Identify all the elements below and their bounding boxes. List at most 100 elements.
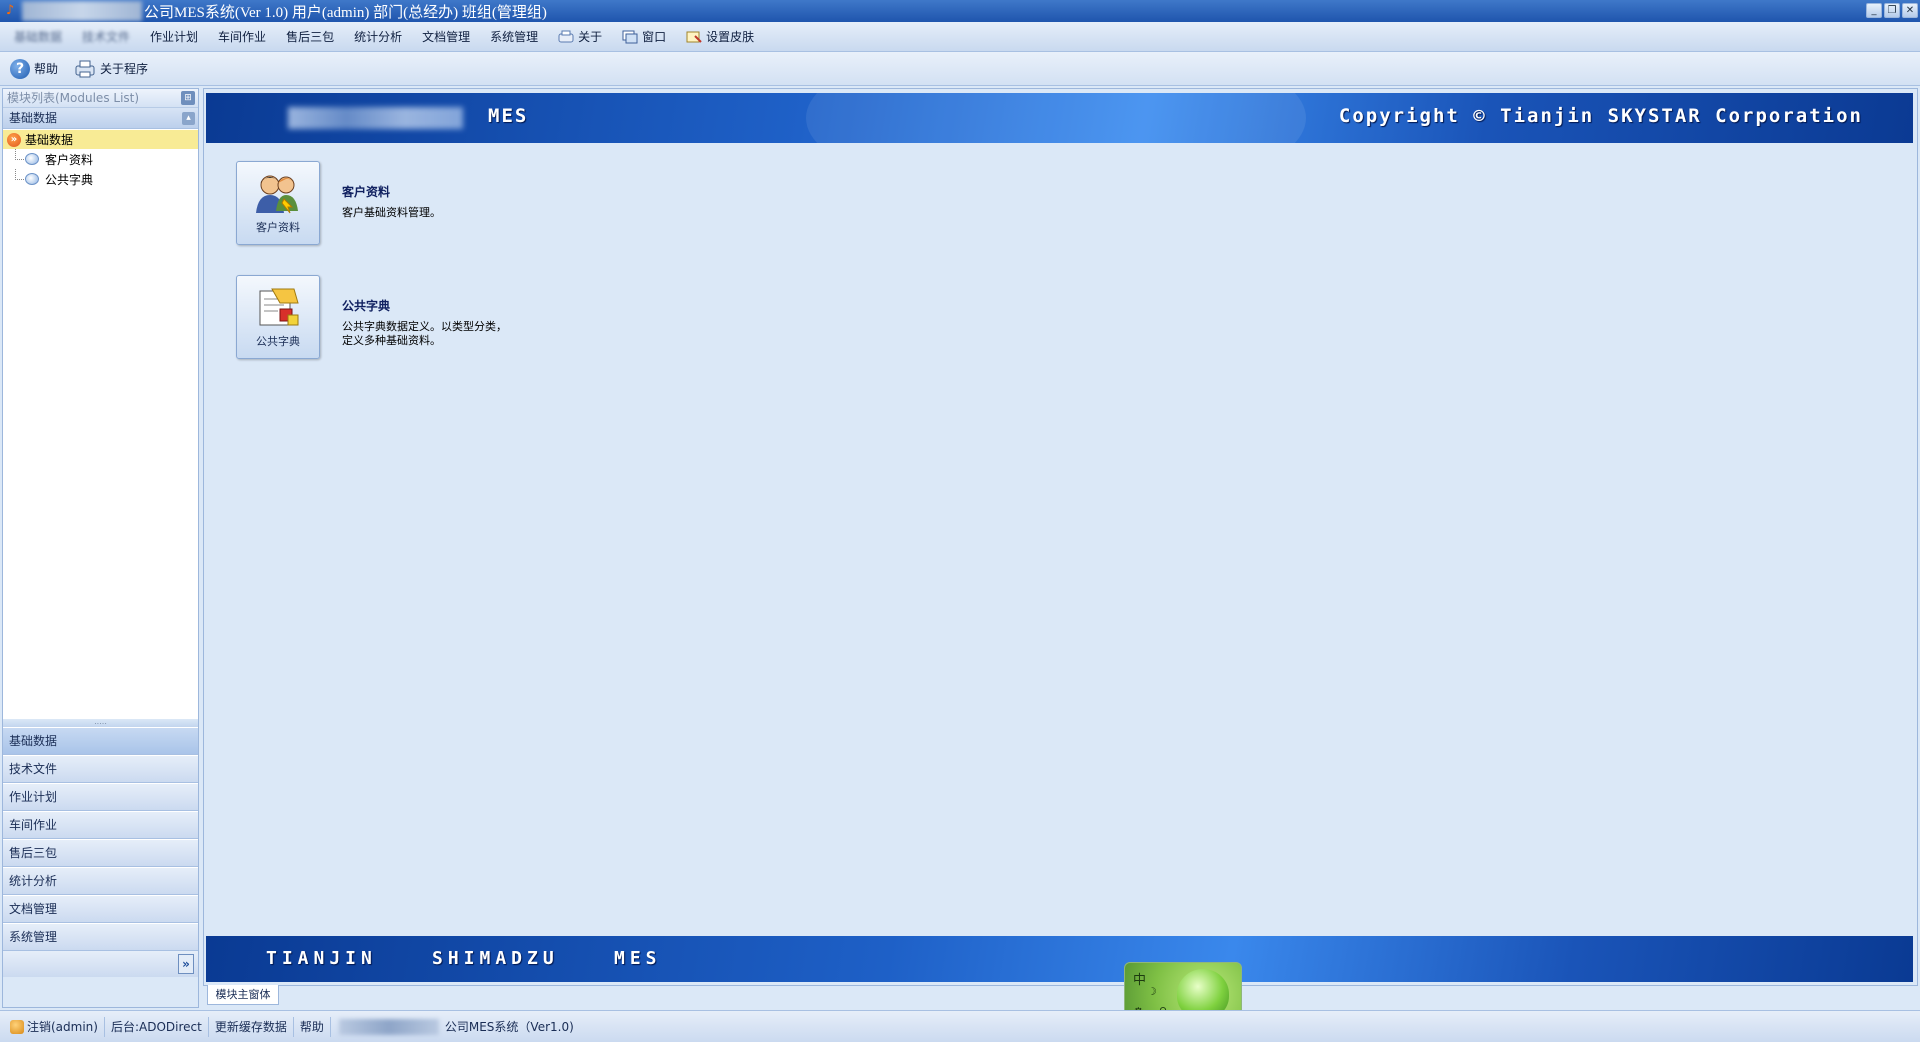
menu-tech-docs[interactable]: 技术文件 (72, 28, 140, 45)
nav-workshop[interactable]: 车间作业 (3, 811, 198, 839)
menu-basic-data[interactable]: 基础数据 (4, 28, 72, 45)
menu-window[interactable]: 窗口 (612, 28, 676, 45)
tree-item-dictionary[interactable]: 公共字典 (3, 169, 198, 189)
panel-splitter[interactable]: ..... (3, 718, 198, 727)
refresh-cache-button[interactable]: 更新缓存数据 (209, 1016, 294, 1037)
tree-item-customer[interactable]: 客户资料 (3, 149, 198, 169)
menu-skin[interactable]: 设置皮肤 (676, 28, 764, 45)
customers-icon (256, 175, 298, 214)
banner-copyright: Copyright © Tianjin SKYSTAR Corporation (1338, 105, 1863, 127)
nav-work-plan[interactable]: 作业计划 (3, 783, 198, 811)
nav-system-mgmt[interactable]: 系统管理 (3, 923, 198, 951)
banner-bottom-word: SHIMADZU (432, 948, 559, 969)
customer-module-desc: 客户基础资料管理。 (342, 206, 441, 219)
banner-redacted-area (288, 107, 463, 129)
menu-label: 关于 (578, 30, 603, 44)
tree-root-label: 基础数据 (25, 133, 74, 147)
user-icon (10, 1019, 24, 1034)
about-icon (558, 30, 574, 42)
module-card-customer: 客户资料 客户资料 客户基础资料管理。 (236, 161, 441, 245)
banner-product: MES (488, 105, 529, 127)
top-banner: MES Copyright © Tianjin SKYSTAR Corporat… (206, 93, 1913, 143)
modules-panel: 模块列表(Modules List) ⊞ 基础数据 ▴ » 基础数据 客户资料 … (2, 88, 199, 1008)
tree-root-basic-data[interactable]: » 基础数据 (3, 130, 198, 149)
banner-bottom-word: MES (614, 948, 662, 969)
about-program-label: 关于程序 (100, 62, 149, 76)
tree-item-label: 公共字典 (45, 172, 94, 187)
menu-label: 技术文件 (82, 30, 131, 44)
skin-icon (686, 31, 702, 43)
status-redacted-area (338, 1018, 439, 1035)
dictionary-icon (259, 288, 299, 326)
node-icon (25, 173, 39, 185)
minimize-button[interactable]: _ (1866, 3, 1882, 18)
nav-tech-docs[interactable]: 技术文件 (3, 755, 198, 783)
node-icon (25, 153, 39, 165)
menu-label: 文档管理 (422, 30, 471, 44)
menu-label: 窗口 (642, 30, 667, 44)
module-card-dictionary: 公共字典 公共字典 公共字典数据定义。以类型分类， 定义多种基础资料。 (236, 275, 507, 359)
nav-document-mgmt[interactable]: 文档管理 (3, 895, 198, 923)
dictionary-module-desc-line2: 定义多种基础资料。 (342, 334, 441, 347)
menu-label: 车间作业 (218, 30, 267, 44)
customer-module-info: 客户资料 客户基础资料管理。 (342, 183, 441, 245)
customer-module-button[interactable]: 客户资料 (236, 161, 320, 245)
customer-module-label: 客户资料 (256, 221, 300, 234)
help-label: 帮助 (34, 62, 59, 76)
help-button[interactable]: ? 帮助 (6, 57, 62, 81)
window-controls: _ ❐ ✕ (1866, 3, 1918, 18)
dictionary-module-desc-line1: 公共字典数据定义。以类型分类， (342, 320, 507, 333)
logout-label: 注销(admin) (27, 1019, 98, 1034)
app-icon[interactable]: ♪ (2, 3, 18, 19)
menu-workshop[interactable]: 车间作业 (208, 28, 276, 45)
nav-after-sales[interactable]: 售后三包 (3, 839, 198, 867)
dictionary-module-info: 公共字典 公共字典数据定义。以类型分类， 定义多种基础资料。 (342, 297, 507, 359)
menu-label: 基础数据 (14, 30, 63, 44)
nav-overflow: » (3, 951, 198, 977)
tree-item-label: 客户资料 (45, 152, 94, 167)
menu-statistics[interactable]: 统计分析 (344, 28, 412, 45)
chevron-double-down-icon[interactable]: » (178, 954, 194, 974)
dictionary-module-button[interactable]: 公共字典 (236, 275, 320, 359)
close-button[interactable]: ✕ (1902, 3, 1918, 18)
nav-statistics[interactable]: 统计分析 (3, 867, 198, 895)
menu-label: 系统管理 (490, 30, 539, 44)
menu-label: 作业计划 (150, 30, 199, 44)
restore-button[interactable]: ❐ (1884, 3, 1900, 18)
menu-after-sales[interactable]: 售后三包 (276, 28, 344, 45)
title-bar: ♪ 公司MES系统(Ver 1.0) 用户(admin) 部门(总经办) 班组(… (0, 0, 1920, 22)
about-program-button[interactable]: 关于程序 (70, 57, 152, 81)
main-content: MES Copyright © Tianjin SKYSTAR Corporat… (203, 88, 1918, 986)
window-icon (622, 30, 638, 43)
collapse-icon[interactable]: ▴ (182, 112, 195, 125)
dictionary-module-label: 公共字典 (256, 335, 300, 348)
modules-panel-header: 模块列表(Modules List) ⊞ (3, 89, 198, 108)
customer-module-title[interactable]: 客户资料 (342, 183, 441, 200)
menu-document-mgmt[interactable]: 文档管理 (412, 28, 480, 45)
bottom-banner: TIANJIN SHIMADZU MES (206, 936, 1913, 982)
window-title: 公司MES系统(Ver 1.0) 用户(admin) 部门(总经办) 班组(管理… (144, 4, 547, 21)
backend-status: 后台:ADODirect (105, 1016, 209, 1037)
status-help-button[interactable]: 帮助 (294, 1016, 331, 1037)
group-title: 基础数据 (9, 111, 58, 125)
menu-label: 设置皮肤 (706, 30, 755, 44)
title-redacted-area (22, 1, 142, 21)
system-name: 公司MES系统（Ver1.0) (444, 1019, 574, 1034)
logout-button[interactable]: 注销(admin) (4, 1016, 105, 1037)
menu-work-plan[interactable]: 作业计划 (140, 28, 208, 45)
nav-basic-data[interactable]: 基础数据 (3, 727, 198, 755)
menu-system-mgmt[interactable]: 系统管理 (480, 28, 548, 45)
ime-mode-label[interactable]: 中 (1133, 969, 1146, 988)
pin-icon[interactable]: ⊞ (181, 91, 195, 105)
dictionary-module-title[interactable]: 公共字典 (342, 297, 507, 314)
help-icon: ? (10, 58, 30, 79)
toolbar: ? 帮助 关于程序 (0, 52, 1920, 86)
banner-bottom-word: TIANJIN (266, 948, 377, 969)
menu-label: 统计分析 (354, 30, 403, 44)
chevron-down-icon[interactable]: » (7, 132, 21, 147)
menu-about[interactable]: 关于 (548, 28, 612, 45)
menu-bar: 基础数据 技术文件 作业计划 车间作业 售后三包 统计分析 文档管理 系统管理 … (0, 22, 1920, 52)
tab-module-main[interactable]: 模块主窗体 (207, 985, 279, 1005)
printer-icon (75, 60, 95, 77)
half-width-icon[interactable]: ☽ (1147, 985, 1157, 998)
